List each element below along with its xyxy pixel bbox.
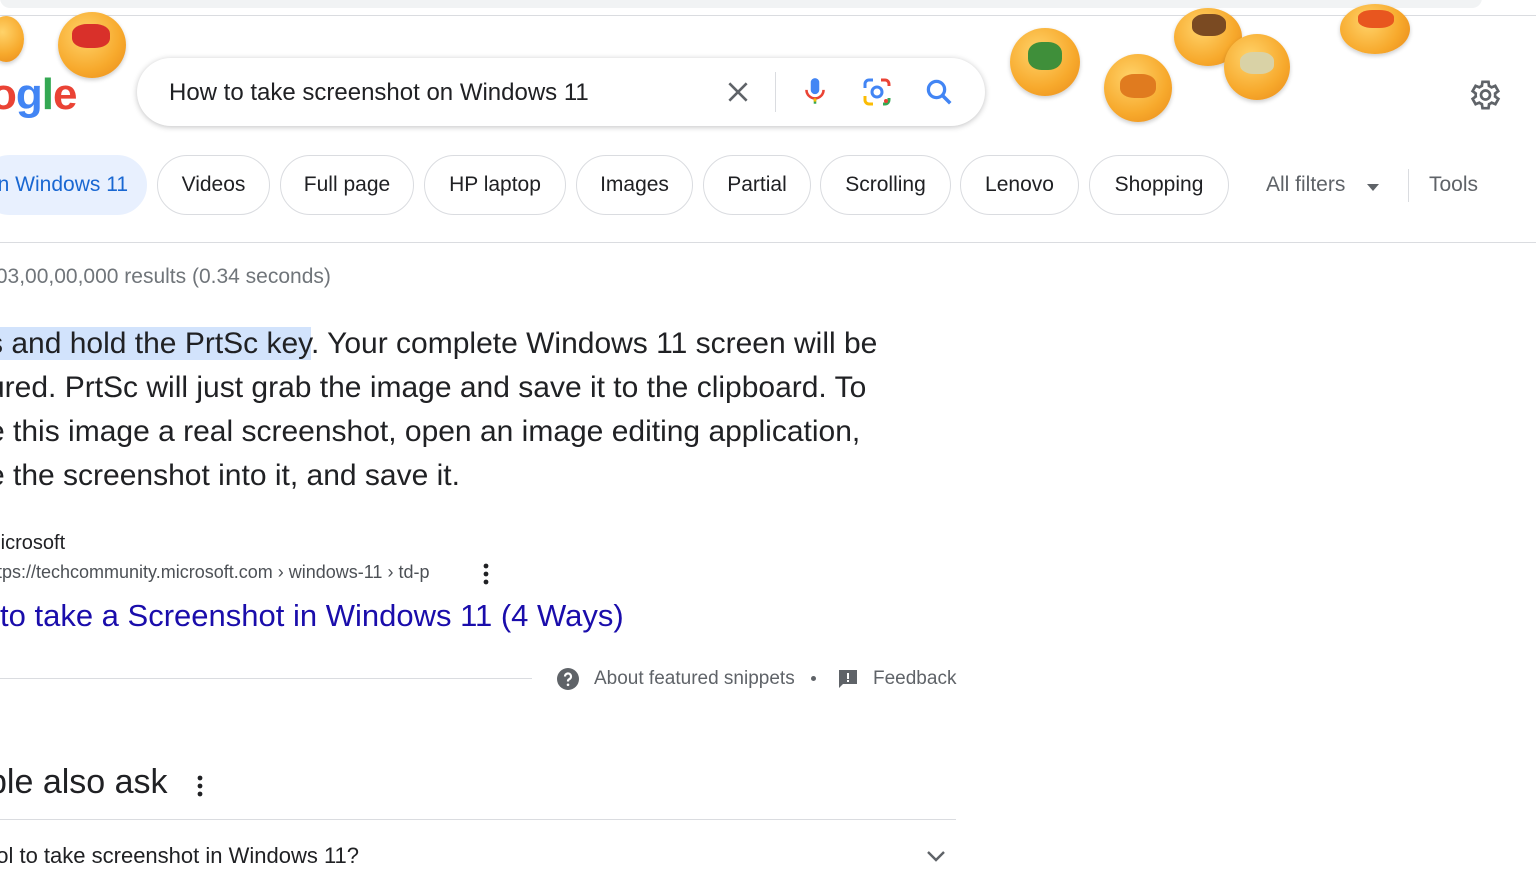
browser-top-strip bbox=[0, 0, 1536, 16]
about-featured-snippets-link[interactable]: About featured snippets bbox=[556, 666, 795, 692]
gear-icon[interactable] bbox=[1462, 73, 1506, 117]
feedback-label: Feedback bbox=[873, 668, 957, 689]
search-divider bbox=[775, 72, 776, 112]
chip-shopping[interactable]: Shopping bbox=[1089, 155, 1229, 215]
chevron-down-icon[interactable] bbox=[924, 846, 948, 866]
search-input[interactable]: How to take screenshot on Windows 11 bbox=[169, 79, 589, 107]
chip-label: n Windows 11 bbox=[0, 173, 128, 196]
logo-letter: e bbox=[53, 70, 78, 119]
logo-letter: l bbox=[41, 70, 54, 119]
feedback-link[interactable]: Feedback bbox=[837, 666, 956, 692]
chip-label: HP laptop bbox=[449, 173, 541, 196]
snippet-text: e this image a real screenshot, open an … bbox=[0, 415, 861, 448]
chip-label: Videos bbox=[181, 173, 246, 196]
doodle-ball[interactable] bbox=[1224, 34, 1290, 100]
logo-letter: o bbox=[0, 70, 17, 119]
chip-label: Lenovo bbox=[985, 173, 1054, 196]
more-options-icon[interactable] bbox=[190, 773, 210, 799]
chip-label: Scrolling bbox=[845, 173, 926, 196]
feedback-icon bbox=[837, 668, 859, 690]
chip-label: Full page bbox=[303, 173, 391, 196]
chip-label: Images bbox=[600, 173, 669, 196]
about-label: About featured snippets bbox=[594, 668, 795, 689]
result-stats: ,03,00,00,000 results (0.34 seconds) bbox=[0, 265, 331, 288]
snippet-text: e the screenshot into it, and save it. bbox=[0, 459, 460, 492]
chip-label: Shopping bbox=[1114, 173, 1204, 196]
browser-address-bar[interactable] bbox=[0, 0, 1482, 8]
paa-question[interactable]: ool to take screenshot in Windows 11? bbox=[0, 843, 359, 869]
chip-full-page[interactable]: Full page bbox=[280, 155, 414, 215]
tools-button[interactable]: Tools bbox=[1429, 173, 1478, 197]
paa-divider bbox=[0, 819, 956, 820]
doodle-ball[interactable] bbox=[1010, 28, 1080, 96]
top-divider bbox=[0, 15, 1536, 16]
chip-windows-11[interactable]: n Windows 11 bbox=[0, 155, 147, 215]
chip-hp-laptop[interactable]: HP laptop bbox=[424, 155, 566, 215]
chip-partial[interactable]: Partial bbox=[703, 155, 811, 215]
chip-lenovo[interactable]: Lenovo bbox=[960, 155, 1079, 215]
doodle-ball[interactable] bbox=[1340, 4, 1410, 54]
source-url: ttps://techcommunity.microsoft.com › win… bbox=[0, 562, 430, 582]
people-also-ask-heading: ple also ask bbox=[0, 763, 168, 801]
search-box[interactable]: How to take screenshot on Windows 11 bbox=[137, 58, 985, 126]
close-icon[interactable] bbox=[721, 75, 755, 109]
lens-icon[interactable] bbox=[860, 75, 894, 109]
source-site-name: Microsoft bbox=[0, 532, 66, 554]
snippet-text: ured. PrtSc will just grab the image and… bbox=[0, 371, 867, 404]
google-logo[interactable]: ogle bbox=[0, 70, 78, 120]
help-icon bbox=[556, 667, 580, 691]
doodle-ball[interactable] bbox=[58, 12, 126, 78]
more-options-icon[interactable] bbox=[476, 562, 496, 586]
all-filters-button[interactable]: All filters bbox=[1266, 173, 1345, 197]
separator-dot bbox=[811, 676, 816, 681]
snippet-highlight: s and hold the PrtSc key bbox=[0, 327, 311, 360]
search-icon[interactable] bbox=[922, 75, 956, 109]
featured-divider bbox=[0, 678, 532, 679]
logo-letter: g bbox=[15, 70, 43, 119]
doodle-ball[interactable] bbox=[1104, 54, 1172, 122]
result-title-link[interactable]: to take a Screenshot in Windows 11 (4 Wa… bbox=[0, 598, 624, 634]
chip-scrolling[interactable]: Scrolling bbox=[820, 155, 951, 215]
chip-label: Partial bbox=[727, 173, 787, 196]
chip-videos[interactable]: Videos bbox=[157, 155, 270, 215]
chip-images[interactable]: Images bbox=[576, 155, 693, 215]
dropdown-caret-icon[interactable] bbox=[1367, 184, 1379, 191]
doodle-ball[interactable] bbox=[0, 16, 24, 62]
mic-icon[interactable] bbox=[798, 75, 832, 109]
featured-snippet-text: s and hold the PrtSc key. Your complete … bbox=[0, 322, 933, 498]
snippet-text: . Your complete Windows 11 screen will b… bbox=[310, 327, 878, 360]
header-divider bbox=[0, 242, 1536, 243]
tools-divider bbox=[1408, 169, 1409, 202]
